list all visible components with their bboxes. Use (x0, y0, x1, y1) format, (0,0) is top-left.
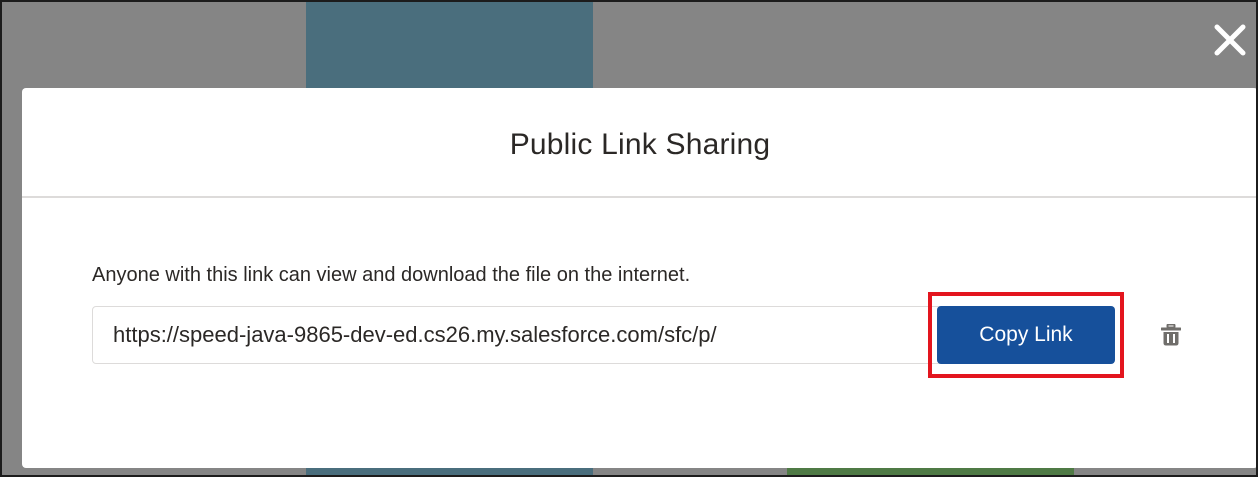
background-tile (306, 468, 593, 477)
public-link-field[interactable] (92, 306, 950, 364)
copy-link-button[interactable]: Copy Link (937, 306, 1115, 364)
link-row: Copy Link (92, 292, 1181, 378)
sharing-description: Anyone with this link can view and downl… (92, 264, 691, 286)
background-tile (306, 2, 593, 88)
modal-header: Public Link Sharing (22, 88, 1258, 198)
public-link-sharing-modal: Public Link Sharing Anyone with this lin… (22, 88, 1258, 468)
trash-icon (1161, 324, 1181, 346)
close-icon (1214, 24, 1246, 56)
close-button[interactable] (1210, 20, 1250, 60)
delete-link-button[interactable] (1156, 320, 1186, 350)
background-tile (787, 468, 1074, 477)
modal-title: Public Link Sharing (509, 128, 771, 161)
copy-link-highlight: Copy Link (928, 292, 1124, 378)
